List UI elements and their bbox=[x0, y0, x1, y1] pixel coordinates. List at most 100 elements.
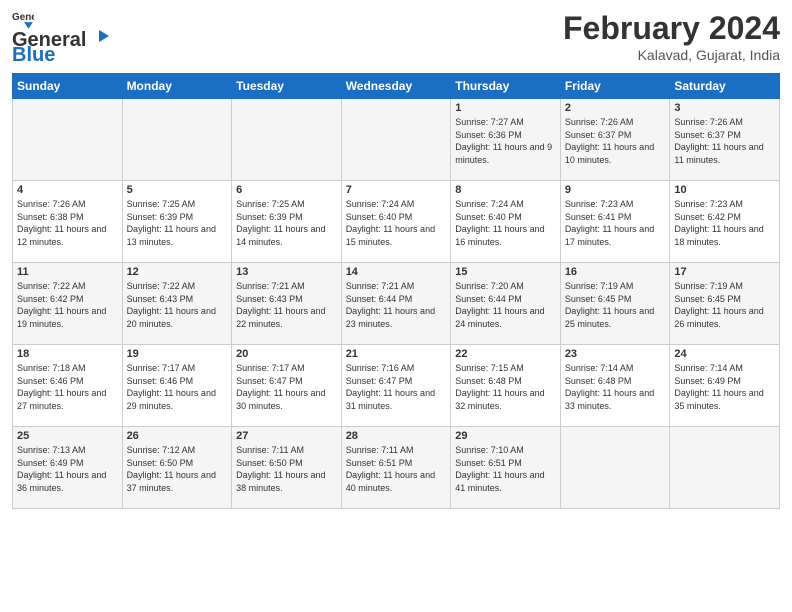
day-info: Sunrise: 7:11 AM Sunset: 6:50 PM Dayligh… bbox=[236, 444, 337, 494]
day-number: 19 bbox=[127, 348, 228, 360]
day-cell: 14Sunrise: 7:21 AM Sunset: 6:44 PM Dayli… bbox=[341, 263, 451, 345]
day-cell: 16 Sunrise: 7:19 AM Sunset: 6:45 PM Dayli… bbox=[560, 263, 670, 345]
day-info: Sunrise: 7:23 AM Sunset: 6:41 PM Dayligh… bbox=[565, 198, 666, 248]
day-info: Sunrise: 7:11 AM Sunset: 6:51 PM Dayligh… bbox=[346, 444, 447, 494]
day-info: Sunrise: 7:14 AM Sunset: 6:49 PM Dayligh… bbox=[674, 362, 775, 412]
week-row-1: 4 Sunrise: 7:26 AM Sunset: 6:38 PM Daylig… bbox=[13, 181, 780, 263]
header-row: Sunday Monday Tuesday Wednesday Thursday… bbox=[13, 74, 780, 99]
col-tuesday: Tuesday bbox=[232, 74, 342, 99]
day-number: 4 bbox=[17, 184, 118, 196]
day-info: Sunrise: 7:26 AM Sunset: 6:38 PM Dayligh… bbox=[17, 198, 118, 248]
svg-text:General: General bbox=[12, 12, 34, 23]
day-number: 24 bbox=[674, 348, 775, 360]
day-info: Sunrise: 7:22 AM Sunset: 6:42 PM Dayligh… bbox=[17, 280, 118, 330]
day-info: Sunrise: 7:25 AM Sunset: 6:39 PM Dayligh… bbox=[127, 198, 228, 248]
day-number: 15 bbox=[455, 266, 556, 278]
day-cell: 6Sunrise: 7:25 AM Sunset: 6:39 PM Daylig… bbox=[232, 181, 342, 263]
col-saturday: Saturday bbox=[670, 74, 780, 99]
col-wednesday: Wednesday bbox=[341, 74, 451, 99]
day-cell: 21 Sunrise: 7:16 AM Sunset: 6:47 PM Dayli… bbox=[341, 345, 451, 427]
col-monday: Monday bbox=[122, 74, 232, 99]
calendar-table: Sunday Monday Tuesday Wednesday Thursday… bbox=[12, 73, 780, 509]
day-cell: 5 Sunrise: 7:25 AM Sunset: 6:39 PM Daylig… bbox=[122, 181, 232, 263]
day-info: Sunrise: 7:23 AM Sunset: 6:42 PM Dayligh… bbox=[674, 198, 775, 248]
logo-flag-icon bbox=[87, 28, 111, 52]
day-info: Sunrise: 7:17 AM Sunset: 6:46 PM Dayligh… bbox=[127, 362, 228, 412]
location: Kalavad, Gujarat, India bbox=[563, 47, 780, 63]
day-info: Sunrise: 7:19 AM Sunset: 6:45 PM Dayligh… bbox=[565, 280, 666, 330]
day-cell bbox=[560, 427, 670, 509]
day-info: Sunrise: 7:16 AM Sunset: 6:47 PM Dayligh… bbox=[346, 362, 447, 412]
day-cell: 29 Sunrise: 7:10 AM Sunset: 6:51 PM Dayli… bbox=[451, 427, 561, 509]
day-cell: 28 Sunrise: 7:11 AM Sunset: 6:51 PM Dayli… bbox=[341, 427, 451, 509]
day-number: 11 bbox=[17, 266, 118, 278]
day-number: 29 bbox=[455, 430, 556, 442]
col-sunday: Sunday bbox=[13, 74, 123, 99]
day-cell: 9Sunrise: 7:23 AM Sunset: 6:41 PM Daylig… bbox=[560, 181, 670, 263]
day-number: 16 bbox=[565, 266, 666, 278]
day-cell bbox=[341, 99, 451, 181]
logo-blue: Blue bbox=[12, 44, 55, 67]
day-number: 26 bbox=[127, 430, 228, 442]
page-container: General General Blue February 2024 Kalav… bbox=[0, 0, 792, 612]
day-cell: 4 Sunrise: 7:26 AM Sunset: 6:38 PM Daylig… bbox=[13, 181, 123, 263]
day-info: Sunrise: 7:21 AM Sunset: 6:43 PM Dayligh… bbox=[236, 280, 337, 330]
day-cell: 22 Sunrise: 7:15 AM Sunset: 6:48 PM Dayli… bbox=[451, 345, 561, 427]
day-cell: 2Sunrise: 7:26 AM Sunset: 6:37 PM Daylig… bbox=[560, 99, 670, 181]
day-number: 7 bbox=[346, 184, 447, 196]
day-number: 3 bbox=[674, 102, 775, 114]
day-info: Sunrise: 7:12 AM Sunset: 6:50 PM Dayligh… bbox=[127, 444, 228, 494]
day-number: 22 bbox=[455, 348, 556, 360]
day-cell: 27 Sunrise: 7:11 AM Sunset: 6:50 PM Dayli… bbox=[232, 427, 342, 509]
day-cell: 25 Sunrise: 7:13 AM Sunset: 6:49 PM Dayli… bbox=[13, 427, 123, 509]
day-info: Sunrise: 7:26 AM Sunset: 6:37 PM Dayligh… bbox=[674, 116, 775, 166]
col-friday: Friday bbox=[560, 74, 670, 99]
week-row-4: 25 Sunrise: 7:13 AM Sunset: 6:49 PM Dayli… bbox=[13, 427, 780, 509]
day-info: Sunrise: 7:14 AM Sunset: 6:48 PM Dayligh… bbox=[565, 362, 666, 412]
day-number: 27 bbox=[236, 430, 337, 442]
day-cell: 1 Sunrise: 7:27 AM Sunset: 6:36 PM Daylig… bbox=[451, 99, 561, 181]
day-cell: 26 Sunrise: 7:12 AM Sunset: 6:50 PM Dayli… bbox=[122, 427, 232, 509]
day-number: 25 bbox=[17, 430, 118, 442]
day-number: 21 bbox=[346, 348, 447, 360]
day-cell: 17Sunrise: 7:19 AM Sunset: 6:45 PM Dayli… bbox=[670, 263, 780, 345]
day-number: 10 bbox=[674, 184, 775, 196]
day-number: 1 bbox=[455, 102, 556, 114]
day-cell bbox=[670, 427, 780, 509]
day-cell: 20 Sunrise: 7:17 AM Sunset: 6:47 PM Dayli… bbox=[232, 345, 342, 427]
day-cell: 24 Sunrise: 7:14 AM Sunset: 6:49 PM Dayli… bbox=[670, 345, 780, 427]
day-number: 23 bbox=[565, 348, 666, 360]
day-info: Sunrise: 7:13 AM Sunset: 6:49 PM Dayligh… bbox=[17, 444, 118, 494]
day-number: 13 bbox=[236, 266, 337, 278]
day-cell: 10 Sunrise: 7:23 AM Sunset: 6:42 PM Dayli… bbox=[670, 181, 780, 263]
day-info: Sunrise: 7:24 AM Sunset: 6:40 PM Dayligh… bbox=[455, 198, 556, 248]
day-number: 18 bbox=[17, 348, 118, 360]
day-info: Sunrise: 7:18 AM Sunset: 6:46 PM Dayligh… bbox=[17, 362, 118, 412]
title-block: February 2024 Kalavad, Gujarat, India bbox=[563, 10, 780, 63]
day-cell: 19 Sunrise: 7:17 AM Sunset: 6:46 PM Dayli… bbox=[122, 345, 232, 427]
day-number: 2 bbox=[565, 102, 666, 114]
day-info: Sunrise: 7:25 AM Sunset: 6:39 PM Dayligh… bbox=[236, 198, 337, 248]
day-number: 5 bbox=[127, 184, 228, 196]
day-info: Sunrise: 7:17 AM Sunset: 6:47 PM Dayligh… bbox=[236, 362, 337, 412]
day-cell bbox=[122, 99, 232, 181]
day-cell: 18 Sunrise: 7:18 AM Sunset: 6:46 PM Dayli… bbox=[13, 345, 123, 427]
month-year: February 2024 bbox=[563, 10, 780, 47]
col-thursday: Thursday bbox=[451, 74, 561, 99]
day-number: 8 bbox=[455, 184, 556, 196]
day-info: Sunrise: 7:10 AM Sunset: 6:51 PM Dayligh… bbox=[455, 444, 556, 494]
day-cell: 3 Sunrise: 7:26 AM Sunset: 6:37 PM Daylig… bbox=[670, 99, 780, 181]
day-info: Sunrise: 7:20 AM Sunset: 6:44 PM Dayligh… bbox=[455, 280, 556, 330]
day-info: Sunrise: 7:27 AM Sunset: 6:36 PM Dayligh… bbox=[455, 116, 556, 166]
week-row-3: 18 Sunrise: 7:18 AM Sunset: 6:46 PM Dayli… bbox=[13, 345, 780, 427]
day-number: 14 bbox=[346, 266, 447, 278]
day-number: 20 bbox=[236, 348, 337, 360]
day-cell bbox=[232, 99, 342, 181]
day-info: Sunrise: 7:15 AM Sunset: 6:48 PM Dayligh… bbox=[455, 362, 556, 412]
day-cell: 12Sunrise: 7:22 AM Sunset: 6:43 PM Dayli… bbox=[122, 263, 232, 345]
header: General General Blue February 2024 Kalav… bbox=[12, 10, 780, 67]
logo: General General Blue bbox=[12, 10, 112, 67]
week-row-0: 1 Sunrise: 7:27 AM Sunset: 6:36 PM Daylig… bbox=[13, 99, 780, 181]
day-number: 28 bbox=[346, 430, 447, 442]
day-cell: 11 Sunrise: 7:22 AM Sunset: 6:42 PM Dayli… bbox=[13, 263, 123, 345]
